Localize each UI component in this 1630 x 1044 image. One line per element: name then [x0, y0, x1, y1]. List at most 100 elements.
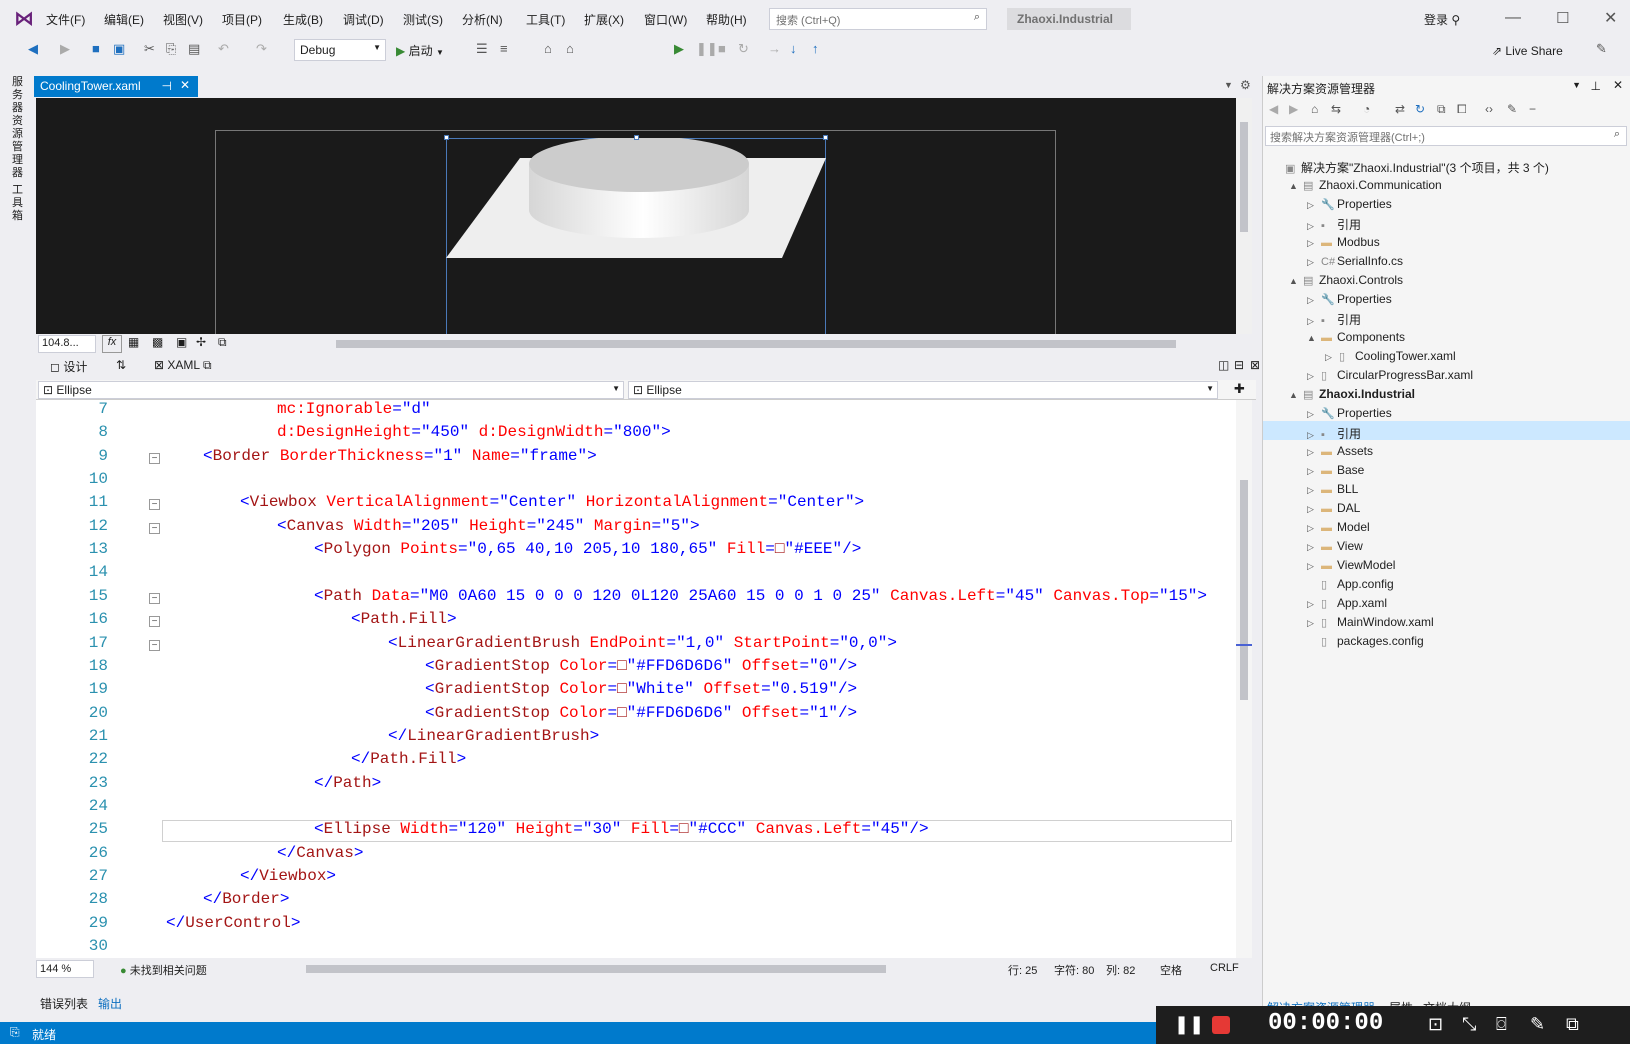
code-editor[interactable]: [36, 400, 1236, 958]
tree-item[interactable]: ▷ 🔧 Properties: [1307, 406, 1392, 420]
format-icon[interactable]: ≡: [500, 41, 508, 56]
maximize-button[interactable]: ☐: [1556, 9, 1569, 27]
dropdown-icon[interactable]: ▼: [1572, 80, 1581, 90]
code-line[interactable]: <GradientStop Color=□"#FFD6D6D6" Offset=…: [425, 657, 857, 675]
menu-item-2[interactable]: 视图(V): [163, 11, 203, 28]
expander-icon[interactable]: ▷: [1307, 599, 1321, 610]
tree-item[interactable]: ▷ 🔧 Properties: [1307, 292, 1392, 306]
code-line[interactable]: <Canvas Width="205" Height="245" Margin=…: [277, 517, 700, 535]
home-icon[interactable]: ⌂: [1311, 102, 1318, 116]
code-line[interactable]: <Path Data="M0 0A60 15 0 0 0 120 0L120 2…: [314, 587, 1207, 605]
code-line[interactable]: <LinearGradientBrush EndPoint="1,0" Star…: [388, 634, 897, 652]
code-line[interactable]: <Path.Fill>: [351, 610, 457, 628]
step-into-icon[interactable]: ↓: [790, 41, 797, 56]
expander-icon[interactable]: ▷: [1307, 257, 1321, 268]
code-line[interactable]: </Viewbox>: [240, 867, 336, 885]
code-line[interactable]: d:DesignHeight="450" d:DesignWidth="800"…: [277, 423, 671, 441]
expander-icon[interactable]: ▷: [1307, 430, 1321, 441]
properties-icon[interactable]: ✎: [1507, 102, 1517, 116]
sync-icon[interactable]: ⇄: [1395, 102, 1405, 116]
fold-toggle[interactable]: −: [149, 453, 160, 464]
zoom-select[interactable]: 104.8...: [38, 335, 96, 353]
stop-icon[interactable]: ■: [718, 41, 726, 56]
tree-item[interactable]: ▷ ▯ App.xaml: [1307, 596, 1387, 610]
forward-icon[interactable]: ▶: [1289, 102, 1298, 116]
tree-item[interactable]: ▷ ▪ 引用: [1307, 216, 1361, 233]
show-all-files-icon[interactable]: ⧠: [1457, 102, 1467, 117]
snap-lines-icon[interactable]: ✢: [196, 335, 206, 349]
line-ending-indicator[interactable]: CRLF: [1210, 962, 1239, 974]
restart-icon[interactable]: ↻: [738, 41, 749, 57]
tree-item[interactable]: ▷ ▬ Base: [1307, 463, 1364, 477]
minimize-button[interactable]: —: [1505, 9, 1521, 27]
expander-icon[interactable]: ▲: [1289, 181, 1303, 191]
code-line[interactable]: </LinearGradientBrush>: [388, 727, 599, 745]
switch-views-icon[interactable]: ⇆: [1331, 102, 1341, 116]
code-line[interactable]: <Ellipse Width="120" Height="30" Fill=□"…: [314, 820, 929, 838]
redo-icon[interactable]: ↷: [256, 41, 267, 57]
tab-error-list[interactable]: 错误列表: [40, 995, 88, 1012]
solution-search-input[interactable]: 搜索解决方案资源管理器(Ctrl+;) ⌕: [1265, 126, 1627, 146]
window-icon[interactable]: ⧉: [1566, 1014, 1579, 1035]
tree-item[interactable]: ▲ ▤ Zhaoxi.Controls: [1289, 273, 1403, 287]
forward-icon[interactable]: ▶: [60, 41, 70, 57]
expander-icon[interactable]: ▲: [1289, 390, 1303, 400]
expander-icon[interactable]: ▷: [1307, 200, 1321, 211]
code-line[interactable]: </Border>: [203, 890, 289, 908]
menu-item-8[interactable]: 工具(T): [526, 11, 565, 28]
fold-toggle[interactable]: −: [149, 593, 160, 604]
server-explorer-tab[interactable]: 服务器资源管理器: [12, 76, 28, 180]
config-select[interactable]: Debug ▼: [294, 39, 386, 61]
menu-item-4[interactable]: 生成(B): [283, 11, 323, 28]
expander-icon[interactable]: ▷: [1307, 316, 1321, 327]
code-line[interactable]: <GradientStop Color=□"#FFD6D6D6" Offset=…: [425, 704, 857, 722]
tab-output[interactable]: 输出: [98, 995, 122, 1012]
vertical-split-icon[interactable]: ◫: [1218, 358, 1229, 372]
code-line[interactable]: </Canvas>: [277, 844, 363, 862]
step-over-icon[interactable]: →: [768, 41, 781, 56]
toolbox-tab[interactable]: 工具箱: [12, 184, 28, 223]
code-line[interactable]: </Path>: [314, 774, 381, 792]
tree-item[interactable]: ▷ ▬ DAL: [1307, 501, 1360, 515]
expander-icon[interactable]: ▲: [1289, 276, 1303, 286]
pin-icon[interactable]: ⊣: [162, 79, 172, 93]
save-all-icon[interactable]: ▣: [113, 41, 125, 57]
code-line[interactable]: <GradientStop Color=□"White" Offset="0.5…: [425, 680, 857, 698]
swap-panes-button[interactable]: ⇅: [116, 358, 126, 372]
tree-item[interactable]: ▲ ▤ Zhaoxi.Communication: [1289, 178, 1442, 192]
feedback-icon[interactable]: ✎: [1596, 41, 1607, 57]
whitespace-indicator[interactable]: 空格: [1160, 962, 1182, 978]
resize-handle[interactable]: [823, 135, 828, 140]
fullscreen-icon[interactable]: ⤡: [1462, 1014, 1476, 1035]
tree-item[interactable]: ▷ 🔧 Properties: [1307, 197, 1392, 211]
code-line[interactable]: <Viewbox VerticalAlignment="Center" Hori…: [240, 493, 864, 511]
back-icon[interactable]: ◀: [28, 41, 38, 57]
collapse-pane-icon[interactable]: ⊠: [1250, 358, 1260, 372]
tree-item[interactable]: ▯ App.config: [1307, 577, 1394, 591]
design-hscrollbar[interactable]: [336, 340, 1176, 348]
expander-icon[interactable]: ▷: [1307, 238, 1321, 249]
tree-item[interactable]: ▷ ▬ BLL: [1307, 482, 1358, 496]
menu-item-5[interactable]: 调试(D): [343, 11, 384, 28]
refresh-icon[interactable]: ↻: [1415, 102, 1425, 116]
tree-item[interactable]: ▷ C# SerialInfo.cs: [1307, 254, 1403, 268]
artboard-icon[interactable]: ⧉: [218, 335, 227, 350]
expander-icon[interactable]: ▷: [1307, 618, 1321, 629]
paste-icon[interactable]: ▤: [188, 41, 200, 57]
pin-icon[interactable]: ⊥: [1591, 79, 1601, 93]
tree-item[interactable]: ▷ ▯ CoolingTower.xaml: [1325, 349, 1456, 363]
tree-item[interactable]: ▷ ▬ Model: [1307, 520, 1370, 534]
code-line[interactable]: mc:Ignorable="d": [277, 400, 431, 418]
split-icon[interactable]: ✚: [1234, 381, 1245, 397]
grid-icon[interactable]: ▦: [128, 335, 139, 349]
undo-icon[interactable]: ↶: [218, 41, 229, 57]
start-button[interactable]: ▶ 启动 ▼: [396, 42, 444, 59]
code-view-icon[interactable]: ‹›: [1485, 102, 1493, 116]
tree-item[interactable]: ▯ packages.config: [1307, 634, 1424, 648]
grid-lines-icon[interactable]: ▩: [152, 335, 163, 349]
menu-item-1[interactable]: 编辑(E): [104, 11, 144, 28]
pen-icon[interactable]: ✎: [1530, 1014, 1545, 1035]
expander-icon[interactable]: ▷: [1307, 466, 1321, 477]
menu-item-0[interactable]: 文件(F): [46, 11, 85, 28]
fx-button[interactable]: fx: [102, 335, 122, 353]
